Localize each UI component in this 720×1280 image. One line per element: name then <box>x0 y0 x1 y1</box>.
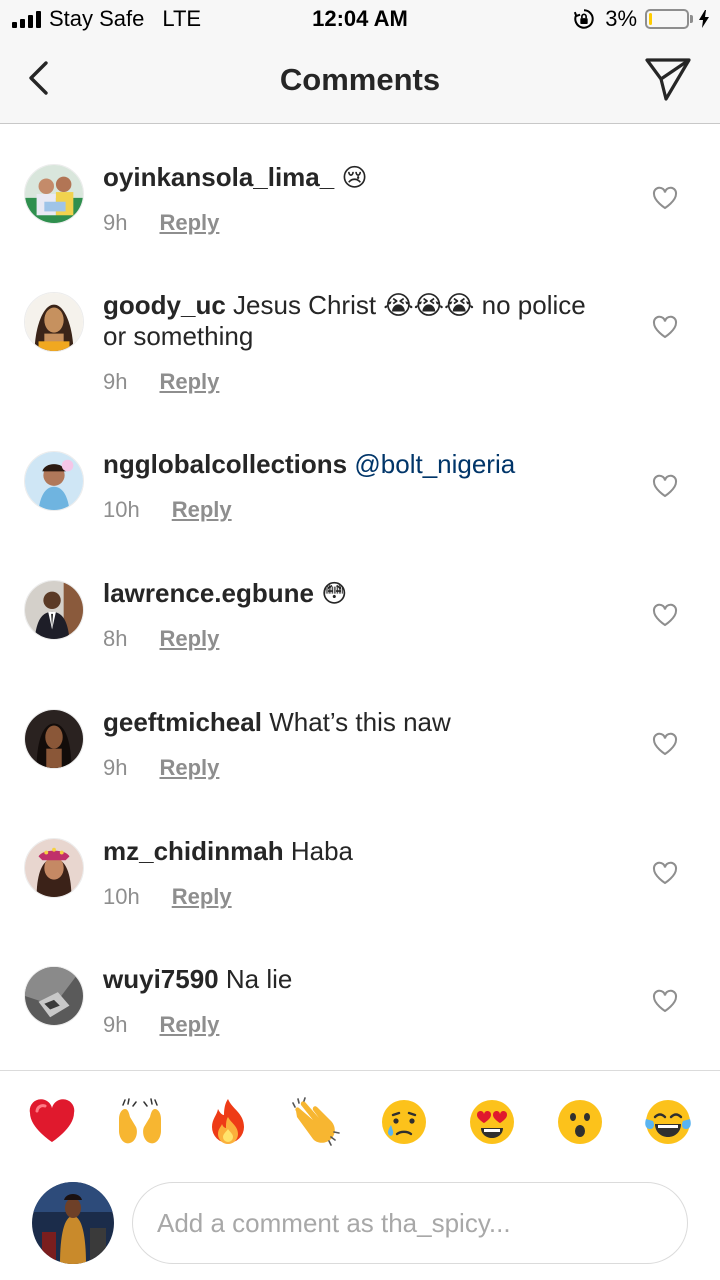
comment-meta: 9h Reply <box>103 755 219 781</box>
reply-button[interactable]: Reply <box>159 626 219 652</box>
comment-meta: 9h Reply <box>103 369 219 395</box>
heart-icon[interactable] <box>652 315 678 339</box>
battery-tip <box>690 15 693 23</box>
reply-button[interactable]: Reply <box>159 755 219 781</box>
raising-hands-icon[interactable] <box>115 1097 165 1147</box>
comment-input[interactable] <box>132 1182 688 1264</box>
red-heart-icon[interactable] <box>27 1097 77 1147</box>
header-bar: Comments <box>0 40 720 124</box>
comment-text: mz_chidinmah Haba <box>103 836 613 867</box>
page-title: Comments <box>279 62 441 97</box>
comment-username[interactable]: mz_chidinmah <box>103 836 284 866</box>
fire-icon[interactable] <box>203 1097 253 1147</box>
avatar[interactable] <box>24 292 84 352</box>
comment-username[interactable]: lawrence.egbune <box>103 578 314 608</box>
comment-mention[interactable]: @bolt_nigeria <box>354 449 515 479</box>
heart-icon[interactable] <box>652 186 678 210</box>
reply-button[interactable]: Reply <box>172 497 232 523</box>
comment-username[interactable]: geeftmicheal <box>103 707 262 737</box>
reply-button[interactable]: Reply <box>172 884 232 910</box>
comment-username[interactable]: wuyi7590 <box>103 964 219 994</box>
status-bar: Stay Safe LTE 12:04 AM 3% <box>0 0 720 40</box>
comment-meta: 10h Reply <box>103 497 232 523</box>
comment-time: 9h <box>103 369 128 394</box>
comment-time: 9h <box>103 755 128 780</box>
comment-time: 9h <box>103 1012 128 1037</box>
comment-text: goody_uc Jesus Christ 😭😭😭 no police or s… <box>103 290 613 352</box>
comment-username[interactable]: ngglobalcollections <box>103 449 347 479</box>
emoji-quick-bar <box>0 1070 720 1174</box>
comment-meta: 8h Reply <box>103 626 219 652</box>
comment-message: What’s this naw <box>269 707 451 737</box>
comment-time: 8h <box>103 626 128 651</box>
comment-message: Haba <box>290 836 353 866</box>
reply-button[interactable]: Reply <box>159 369 219 395</box>
battery-fill <box>649 13 652 25</box>
comment-time: 10h <box>103 497 140 522</box>
comment-message: 😢 <box>341 163 368 192</box>
heart-icon[interactable] <box>652 732 678 756</box>
avatar <box>32 1182 114 1264</box>
avatar[interactable] <box>24 966 84 1026</box>
heart-eyes-icon[interactable] <box>467 1097 517 1147</box>
comment-meta: 9h Reply <box>103 1012 219 1038</box>
comment-message: Na lie <box>225 964 293 994</box>
crying-face-icon[interactable] <box>379 1097 429 1147</box>
comment-username[interactable]: oyinkansola_lima_ <box>103 162 334 192</box>
comment-message: 😳 <box>321 579 348 608</box>
comment-meta: 9h Reply <box>103 210 219 236</box>
comment-composer <box>0 1174 720 1280</box>
comment-text: wuyi7590 Na lie <box>103 964 613 995</box>
comment-time: 10h <box>103 884 140 909</box>
comment-text: oyinkansola_lima_ 😢 <box>103 162 613 193</box>
comment-username[interactable]: goody_uc <box>103 290 226 320</box>
reply-button[interactable]: Reply <box>159 1012 219 1038</box>
battery-icon <box>645 9 689 29</box>
comment-text: geeftmicheal What’s this naw <box>103 707 613 738</box>
rotation-lock-icon <box>574 9 594 29</box>
comment-text: lawrence.egbune 😳 <box>103 578 613 609</box>
avatar[interactable] <box>24 709 84 769</box>
status-right: 3% <box>573 6 710 32</box>
avatar[interactable] <box>24 580 84 640</box>
comment-meta: 10h Reply <box>103 884 232 910</box>
battery-percent: 3% <box>605 6 637 31</box>
avatar[interactable] <box>24 451 84 511</box>
clapping-hands-icon[interactable] <box>291 1097 341 1147</box>
paper-plane-icon[interactable] <box>644 56 692 102</box>
heart-icon[interactable] <box>652 474 678 498</box>
surprised-face-icon[interactable] <box>555 1097 605 1147</box>
avatar[interactable] <box>24 164 84 224</box>
comments-list[interactable]: oyinkansola_lima_ 😢 9h Reply goody_uc Je… <box>0 124 720 1070</box>
tears-of-joy-icon[interactable] <box>643 1097 693 1147</box>
heart-icon[interactable] <box>652 861 678 885</box>
heart-icon[interactable] <box>652 603 678 627</box>
reply-button[interactable]: Reply <box>159 210 219 236</box>
comment-time: 9h <box>103 210 128 235</box>
heart-icon[interactable] <box>652 989 678 1013</box>
charging-bolt-icon <box>699 10 709 28</box>
comment-text: ngglobalcollections @bolt_nigeria <box>103 449 613 480</box>
avatar[interactable] <box>24 838 84 898</box>
